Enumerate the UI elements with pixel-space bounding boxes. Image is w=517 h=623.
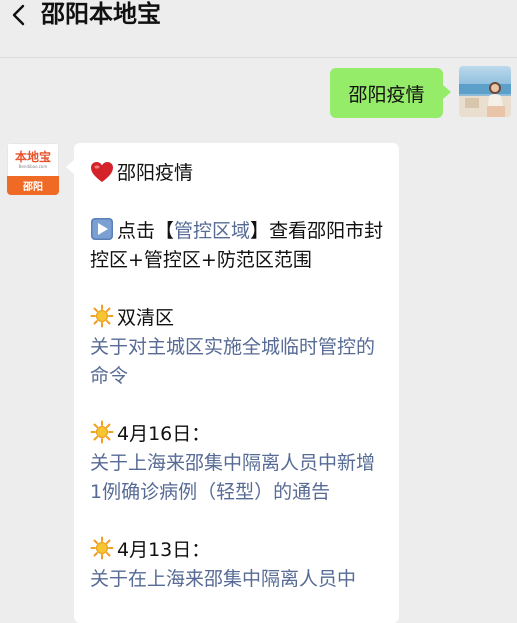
chevron-left-icon [12, 4, 25, 26]
logo-site-text: Bendibao.com [18, 164, 48, 169]
control-zone-link[interactable]: 管控区域 [174, 220, 250, 242]
play-button-icon [91, 218, 113, 240]
logo-city-text: 邵阳 [7, 176, 59, 195]
notice-link[interactable]: 关于在上海来邵集中隔离人员中 [90, 565, 385, 594]
notice-link[interactable]: 关于上海来邵集中隔离人员中新增1例确诊病例（轻型）的通告 [90, 449, 385, 507]
incoming-message-bubble: 邵阳疫情 点击【管控区域】查看邵阳市封控区+管控区+防范区范围 双清区 关于对主… [66, 143, 399, 623]
sun-icon [90, 536, 114, 560]
bendibao-logo-avatar[interactable]: 本地宝 Bendibao.com 邵阳 [7, 143, 59, 195]
logo-brand-text: 本地宝 [14, 150, 51, 164]
outgoing-message-text: 邵阳疫情 [348, 83, 425, 106]
section-label: 双清区 [90, 304, 385, 333]
message-heading: 邵阳疫情 [90, 159, 385, 188]
sun-icon [90, 304, 114, 328]
sun-icon [90, 420, 114, 444]
user-avatar-image [459, 66, 511, 117]
back-button[interactable] [4, 0, 34, 30]
page-title: 邵阳本地宝 [41, 0, 161, 28]
section-label: 4月16日： [90, 420, 385, 449]
user-avatar[interactable] [459, 66, 511, 117]
heart-icon [91, 162, 113, 182]
outgoing-message-bubble[interactable]: 邵阳疫情 [330, 68, 451, 118]
notice-link[interactable]: 关于对主城区实施全城临时管控的命令 [90, 333, 385, 391]
tip-line: 点击【管控区域】查看邵阳市封控区+管控区+防范区范围 [90, 217, 385, 275]
section-label: 4月13日： [90, 536, 385, 565]
top-bar: 邵阳本地宝 [0, 0, 517, 58]
